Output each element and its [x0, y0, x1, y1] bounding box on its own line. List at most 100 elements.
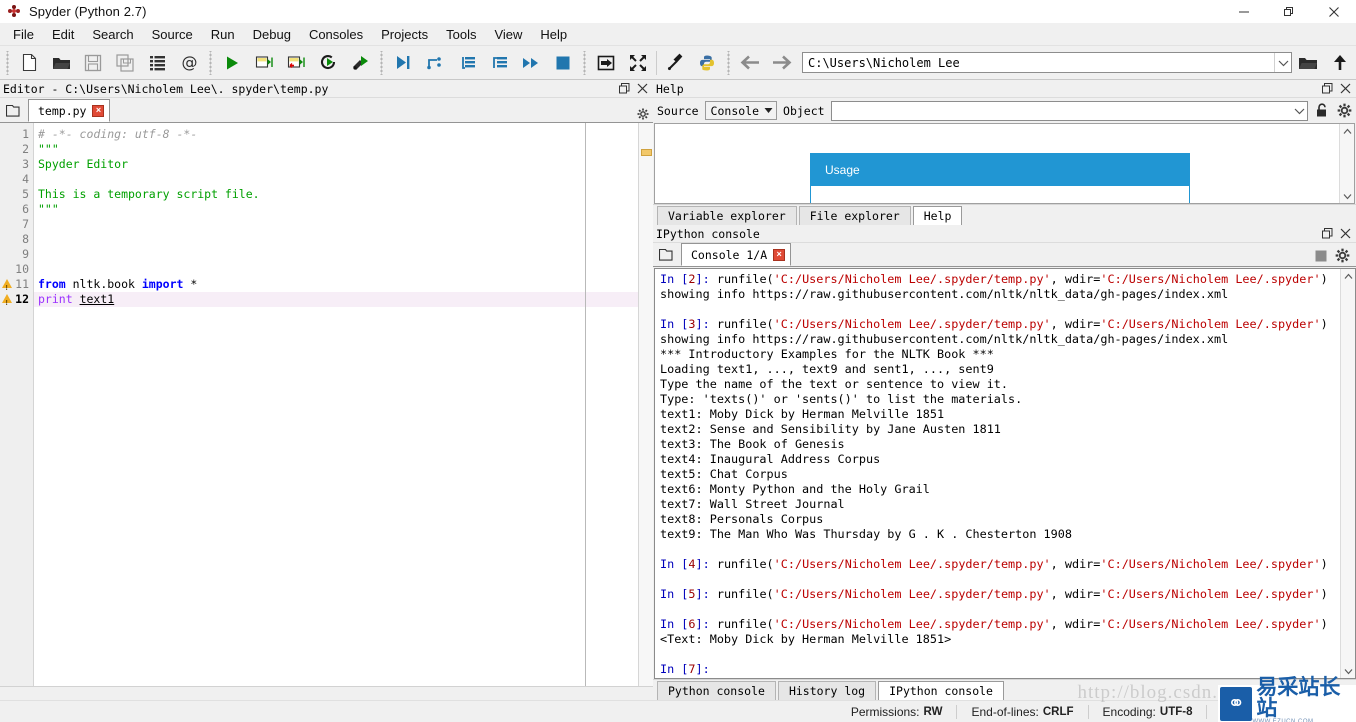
forward-icon[interactable]: [766, 48, 798, 78]
toolbar-grip-4[interactable]: [581, 51, 588, 75]
menu-help[interactable]: Help: [531, 25, 576, 45]
toolbar-grip-3[interactable]: [378, 51, 385, 75]
code-token: Spyder Editor: [38, 157, 128, 171]
back-icon[interactable]: [734, 48, 766, 78]
menu-view[interactable]: View: [485, 25, 531, 45]
browse-tabs-icon[interactable]: [2, 100, 26, 122]
editor-pane: Editor - C:\Users\Nicholem Lee\. spyder\…: [0, 80, 653, 700]
console-vertical-scrollbar[interactable]: [1340, 269, 1355, 678]
save-all-icon[interactable]: [109, 48, 141, 78]
chevron-down-icon[interactable]: [1291, 107, 1307, 115]
toolbar-grip-2[interactable]: [207, 51, 214, 75]
browse-tabs-icon[interactable]: [655, 244, 679, 266]
maximize-button[interactable]: [1266, 0, 1311, 24]
undock-icon[interactable]: [1321, 228, 1333, 240]
code-token: from: [38, 277, 66, 291]
menu-file[interactable]: File: [4, 25, 43, 45]
tab-help[interactable]: Help: [913, 206, 963, 225]
console-segment: <Text: Moby Dick by Herman Melville 1851…: [660, 632, 951, 646]
preferences-icon[interactable]: [659, 48, 691, 78]
file-list-icon[interactable]: [141, 48, 173, 78]
menu-source[interactable]: Source: [143, 25, 202, 45]
menu-run[interactable]: Run: [202, 25, 244, 45]
new-file-icon[interactable]: [13, 48, 45, 78]
menu-edit[interactable]: Edit: [43, 25, 83, 45]
open-folder-icon[interactable]: [1292, 48, 1324, 78]
pythonpath-icon[interactable]: [691, 48, 723, 78]
console-output-area[interactable]: In [2]: runfile('C:/Users/Nicholem Lee/.…: [654, 268, 1356, 679]
help-source-select[interactable]: Console: [705, 101, 777, 120]
debug-icon[interactable]: [387, 48, 419, 78]
menu-consoles[interactable]: Consoles: [300, 25, 372, 45]
menu-tools[interactable]: Tools: [437, 25, 485, 45]
fullscreen-icon[interactable]: [622, 48, 654, 78]
minimize-button[interactable]: [1221, 0, 1266, 24]
at-sign-icon[interactable]: @: [173, 48, 205, 78]
tab-variable-explorer[interactable]: Variable explorer: [657, 206, 797, 225]
editor-vertical-scrollbar[interactable]: [638, 123, 653, 686]
status-permissions-value: RW: [924, 706, 943, 718]
tab-history-log[interactable]: History log: [778, 681, 876, 700]
console-segment: ]:: [696, 587, 717, 601]
warning-icon[interactable]: [2, 279, 12, 288]
undock-icon[interactable]: [1321, 83, 1333, 95]
toolbar-grip-5[interactable]: [725, 51, 732, 75]
editor-options-gear-icon[interactable]: [637, 108, 649, 120]
console-tab-console-1a[interactable]: Console 1/A ×: [681, 243, 791, 266]
run-cell-advance-icon[interactable]: [280, 48, 312, 78]
scroll-up-arrow-icon[interactable]: [1343, 124, 1352, 138]
tab-ipython-console[interactable]: IPython console: [878, 681, 1004, 700]
configure-run-icon[interactable]: [344, 48, 376, 78]
help-object-combobox[interactable]: [831, 101, 1308, 121]
close-icon[interactable]: [1339, 83, 1351, 95]
rerun-icon[interactable]: [312, 48, 344, 78]
scroll-up-arrow-icon[interactable]: [1344, 269, 1353, 283]
save-file-icon[interactable]: [77, 48, 109, 78]
step-into-icon[interactable]: [451, 48, 483, 78]
interrupt-kernel-stop-icon[interactable]: [1314, 249, 1327, 262]
close-icon[interactable]: [1339, 228, 1351, 240]
status-encoding: Encoding: UTF-8: [1088, 705, 1207, 719]
tab-python-console[interactable]: Python console: [657, 681, 776, 700]
code-editor[interactable]: 123456789101112 # -*- coding: utf-8 -*-"…: [0, 123, 653, 686]
open-file-icon[interactable]: [45, 48, 77, 78]
console-segment: 'C:/Users/Nicholem Lee/.spyder/temp.py': [774, 587, 1051, 601]
step-return-icon[interactable]: [483, 48, 515, 78]
console-segment: text9: The Man Who Was Thursday by G . K…: [660, 527, 1072, 541]
help-vertical-scrollbar[interactable]: [1339, 124, 1354, 203]
toolbar-grip[interactable]: [4, 51, 11, 75]
help-object-input[interactable]: [832, 102, 1291, 120]
run-cell-icon[interactable]: [248, 48, 280, 78]
console-options-gear-icon[interactable]: [1335, 248, 1350, 263]
chevron-down-icon[interactable]: [1274, 53, 1291, 72]
console-line: *** Introductory Examples for the NLTK B…: [660, 347, 1340, 362]
step-over-icon[interactable]: [419, 48, 451, 78]
close-icon[interactable]: [636, 83, 648, 95]
editor-tab-close-icon[interactable]: ×: [92, 105, 104, 117]
help-content-area[interactable]: Usage: [654, 123, 1355, 204]
menu-debug[interactable]: Debug: [244, 25, 300, 45]
continue-icon[interactable]: [515, 48, 547, 78]
editor-tab-temp-py[interactable]: temp.py ×: [28, 99, 110, 122]
help-options-gear-icon[interactable]: [1336, 103, 1352, 119]
code-text-area[interactable]: # -*- coding: utf-8 -*-"""Spyder EditorT…: [34, 123, 638, 686]
scroll-down-arrow-icon[interactable]: [1343, 189, 1352, 203]
warning-icon[interactable]: [2, 294, 12, 303]
working-directory-combobox[interactable]: C:\Users\Nicholem Lee: [802, 52, 1292, 73]
maximize-pane-icon[interactable]: [590, 48, 622, 78]
undock-icon[interactable]: [618, 83, 630, 95]
stop-icon[interactable]: [547, 48, 579, 78]
menu-search[interactable]: Search: [83, 25, 142, 45]
line-number: 5: [0, 187, 33, 202]
close-button[interactable]: [1311, 0, 1356, 24]
arrow-up-icon[interactable]: [1324, 48, 1356, 78]
run-icon[interactable]: [216, 48, 248, 78]
tab-file-explorer[interactable]: File explorer: [799, 206, 911, 225]
line-number: 11: [0, 277, 33, 292]
console-segment: , wdir=: [1051, 617, 1101, 631]
line-number-gutter: 123456789101112: [0, 123, 34, 686]
menu-projects[interactable]: Projects: [372, 25, 437, 45]
unlock-icon[interactable]: [1314, 103, 1330, 119]
line-number: 2: [0, 142, 33, 157]
console-tab-close-icon[interactable]: ×: [773, 249, 785, 261]
